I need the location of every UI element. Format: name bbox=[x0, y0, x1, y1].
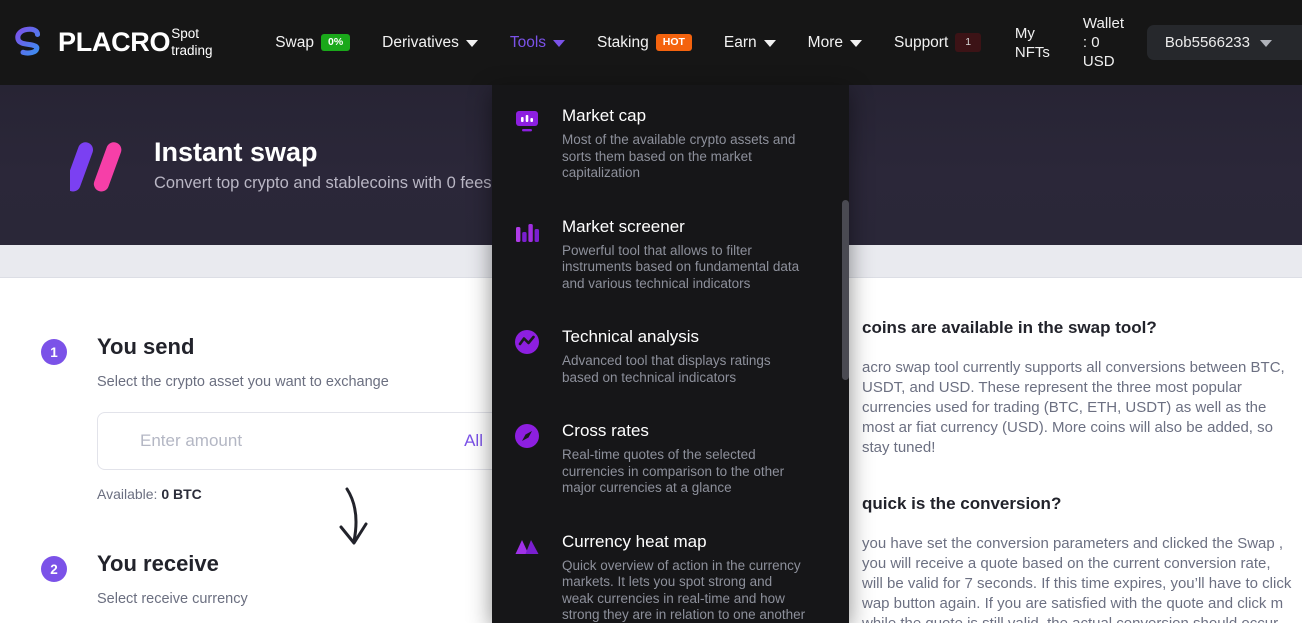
step-2-body: You receive Select receive currency bbox=[97, 550, 248, 609]
nav-item-support[interactable]: Support 1 bbox=[878, 0, 997, 85]
nav-item-staking[interactable]: Staking HOT bbox=[581, 0, 708, 85]
nav-label-earn: Earn bbox=[724, 0, 757, 85]
tools-menu-item-currency-heat-map[interactable]: Currency heat map Quick overview of acti… bbox=[492, 511, 849, 623]
step-1-description: Select the crypto asset you want to exch… bbox=[97, 372, 502, 392]
market-cap-icon bbox=[514, 108, 540, 134]
swap-step-2: 2 You receive Select receive currency bbox=[41, 550, 248, 609]
tools-menu-title: Market screener bbox=[562, 216, 807, 238]
wallet-balance[interactable]: Wallet : 0 USD bbox=[1069, 14, 1141, 71]
tools-menu-item-cross-rates[interactable]: Cross rates Real-time quotes of the sele… bbox=[492, 400, 849, 511]
available-label: Available: bbox=[97, 486, 161, 502]
nav-badge-staking: HOT bbox=[656, 34, 692, 51]
brand-subtitle: Spot trading bbox=[171, 25, 223, 59]
amount-row: All bbox=[97, 412, 502, 470]
top-navigation-bar: PLACRO Spot trading Swap 0% Derivatives … bbox=[0, 0, 1302, 85]
nav-label-swap: Swap bbox=[275, 0, 314, 85]
nav-label-derivatives: Derivatives bbox=[382, 0, 459, 85]
page-root: PLACRO Spot trading Swap 0% Derivatives … bbox=[0, 0, 1302, 623]
tools-menu-item-body: Market cap Most of the available crypto … bbox=[562, 105, 807, 182]
tools-menu-description: Advanced tool that displays ratings base… bbox=[562, 353, 807, 386]
currency-heat-map-icon bbox=[514, 534, 540, 560]
market-screener-icon bbox=[514, 219, 540, 245]
nav-label-more: More bbox=[808, 0, 843, 85]
dropdown-scrollbar-thumb[interactable] bbox=[842, 200, 849, 380]
tools-menu-title: Market cap bbox=[562, 105, 807, 127]
tools-menu-description: Real-time quotes of the selected currenc… bbox=[562, 447, 807, 497]
curved-down-arrow-icon bbox=[330, 485, 390, 560]
tools-menu-title: Currency heat map bbox=[562, 531, 807, 553]
my-nfts-link[interactable]: My NFTs bbox=[1001, 24, 1069, 62]
nav-badge-support: 1 bbox=[955, 33, 981, 52]
swap-form-column: 1 You send Select the crypto asset you w… bbox=[0, 278, 560, 623]
tools-menu-item-market-screener[interactable]: Market screener Powerful tool that allow… bbox=[492, 196, 849, 307]
user-name: Bob5566233 bbox=[1165, 34, 1250, 51]
page-title: Instant swap bbox=[154, 135, 524, 169]
chevron-down-icon bbox=[553, 40, 565, 47]
nav-badge-swap: 0% bbox=[321, 34, 350, 51]
step-1-body: You send Select the crypto asset you wan… bbox=[97, 333, 502, 502]
tools-menu-title: Cross rates bbox=[562, 420, 807, 442]
tools-dropdown-menu[interactable]: Market cap Most of the available crypto … bbox=[492, 85, 849, 623]
tools-menu-description: Most of the available crypto assets and … bbox=[562, 132, 807, 182]
send-amount-input[interactable] bbox=[140, 431, 420, 451]
tools-menu-item-technical-analysis[interactable]: Technical analysis Advanced tool that di… bbox=[492, 306, 849, 400]
dropdown-scrollbar[interactable] bbox=[842, 85, 849, 623]
technical-analysis-icon bbox=[514, 329, 540, 355]
tools-menu-item-body: Currency heat map Quick overview of acti… bbox=[562, 531, 807, 623]
tools-menu-item-body: Technical analysis Advanced tool that di… bbox=[562, 326, 807, 386]
step-2-description: Select receive currency bbox=[97, 589, 248, 609]
brand-logo-group[interactable]: PLACRO Spot trading bbox=[0, 26, 223, 60]
chevron-down-icon bbox=[1260, 40, 1272, 47]
chevron-down-icon bbox=[764, 40, 776, 47]
faq-question: quick is the conversion? bbox=[862, 492, 1292, 516]
tools-menu-item-market-cap[interactable]: Market cap Most of the available crypto … bbox=[492, 85, 849, 196]
nav-item-tools[interactable]: Tools bbox=[494, 0, 581, 85]
swap-step-1: 1 You send Select the crypto asset you w… bbox=[41, 333, 502, 502]
hero-subtitle: Convert top crypto and stablecoins with … bbox=[154, 171, 524, 195]
nav-label-staking: Staking bbox=[597, 0, 649, 85]
instant-swap-logo-icon bbox=[70, 136, 132, 194]
faq-block: quick is the conversion? you have set th… bbox=[862, 492, 1292, 623]
placro-logo-icon bbox=[12, 26, 46, 60]
step-number-badge: 2 bbox=[41, 556, 67, 582]
nav-label-support: Support bbox=[894, 0, 948, 85]
nav-item-derivatives[interactable]: Derivatives bbox=[366, 0, 494, 85]
header-right-group: My NFTs Wallet : 0 USD Bob5566233 bbox=[1001, 14, 1302, 71]
chevron-down-icon bbox=[466, 40, 478, 47]
step-1-title: You send bbox=[97, 333, 502, 361]
all-button[interactable]: All bbox=[464, 431, 483, 451]
user-menu-button[interactable]: Bob5566233 bbox=[1147, 25, 1302, 60]
nav-item-more[interactable]: More bbox=[792, 0, 878, 85]
faq-question: coins are available in the swap tool? bbox=[862, 316, 1292, 340]
tools-menu-description: Quick overview of action in the currency… bbox=[562, 558, 807, 623]
step-2-title: You receive bbox=[97, 550, 248, 578]
tools-menu-description: Powerful tool that allows to filter inst… bbox=[562, 243, 807, 293]
step-number-badge: 1 bbox=[41, 339, 67, 365]
nav-item-earn[interactable]: Earn bbox=[708, 0, 792, 85]
faq-column: coins are available in the swap tool? ac… bbox=[862, 316, 1292, 623]
brand-name: PLACRO bbox=[58, 27, 170, 58]
available-balance: Available: 0 BTC bbox=[97, 486, 502, 502]
tools-menu-item-body: Cross rates Real-time quotes of the sele… bbox=[562, 420, 807, 497]
faq-answer: acro swap tool currently supports all co… bbox=[862, 358, 1292, 458]
nav-item-swap[interactable]: Swap 0% bbox=[259, 0, 366, 85]
tools-menu-title: Technical analysis bbox=[562, 326, 807, 348]
chevron-down-icon bbox=[850, 40, 862, 47]
available-value: 0 BTC bbox=[161, 486, 201, 502]
main-nav: Swap 0% Derivatives Tools Staking HOT Ea… bbox=[259, 0, 997, 85]
faq-block: coins are available in the swap tool? ac… bbox=[862, 316, 1292, 458]
faq-answer: you have set the conversion parameters a… bbox=[862, 534, 1292, 623]
nav-label-tools: Tools bbox=[510, 0, 546, 85]
send-amount-field[interactable]: All bbox=[97, 412, 502, 470]
cross-rates-icon bbox=[514, 423, 540, 449]
hero-text-group: Instant swap Convert top crypto and stab… bbox=[154, 135, 524, 195]
tools-menu-item-body: Market screener Powerful tool that allow… bbox=[562, 216, 807, 293]
